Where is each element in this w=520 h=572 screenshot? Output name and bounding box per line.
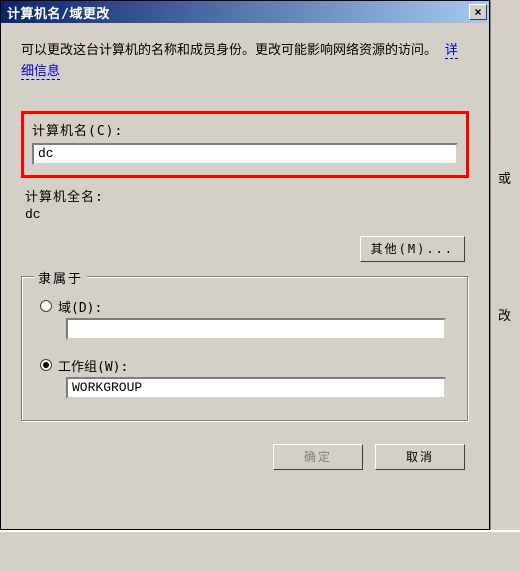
window-title: 计算机名/域更改 xyxy=(7,3,110,22)
dialog-content: 可以更改这台计算机的名称和成员身份。更改可能影响网络资源的访问。 详细信息 计算… xyxy=(1,23,489,529)
workgroup-input[interactable] xyxy=(66,377,446,399)
radio-dot-icon xyxy=(43,362,49,368)
background-panel-bottom xyxy=(0,530,520,572)
bg-text-fragment: 改 xyxy=(498,305,511,324)
bg-text-fragment: 或 xyxy=(498,168,511,187)
domain-radio-label: 域(D): xyxy=(58,297,102,316)
full-name-label: 计算机全名: xyxy=(25,186,465,205)
computer-name-input[interactable] xyxy=(32,143,458,165)
full-name-value: dc xyxy=(25,207,465,222)
close-icon: × xyxy=(474,6,481,18)
computer-name-highlight: 计算机名(C): xyxy=(21,111,469,178)
workgroup-radio[interactable] xyxy=(40,359,52,371)
computer-name-label: 计算机名(C): xyxy=(32,120,458,139)
info-text-body: 可以更改这台计算机的名称和成员身份。更改可能影响网络资源的访问。 xyxy=(21,43,437,58)
ok-button[interactable]: 确定 xyxy=(273,444,363,470)
dialog-window: 计算机名/域更改 × 可以更改这台计算机的名称和成员身份。更改可能影响网络资源的… xyxy=(0,0,490,530)
workgroup-radio-label: 工作组(W): xyxy=(58,356,128,375)
workgroup-radio-row[interactable]: 工作组(W): xyxy=(40,356,450,375)
more-button[interactable]: 其他(M)... xyxy=(360,236,465,262)
cancel-button[interactable]: 取消 xyxy=(375,444,465,470)
close-button[interactable]: × xyxy=(469,4,487,20)
member-of-group: 隶属于 域(D): 工作组(W): xyxy=(21,276,469,422)
domain-radio-row[interactable]: 域(D): xyxy=(40,297,450,316)
info-text: 可以更改这台计算机的名称和成员身份。更改可能影响网络资源的访问。 详细信息 xyxy=(21,41,469,83)
full-name-block: 计算机全名: dc xyxy=(21,184,469,222)
titlebar: 计算机名/域更改 × xyxy=(1,1,489,23)
background-panel-right xyxy=(490,0,520,572)
domain-radio[interactable] xyxy=(40,300,52,312)
member-of-legend: 隶属于 xyxy=(34,268,87,287)
domain-input[interactable] xyxy=(66,318,446,340)
